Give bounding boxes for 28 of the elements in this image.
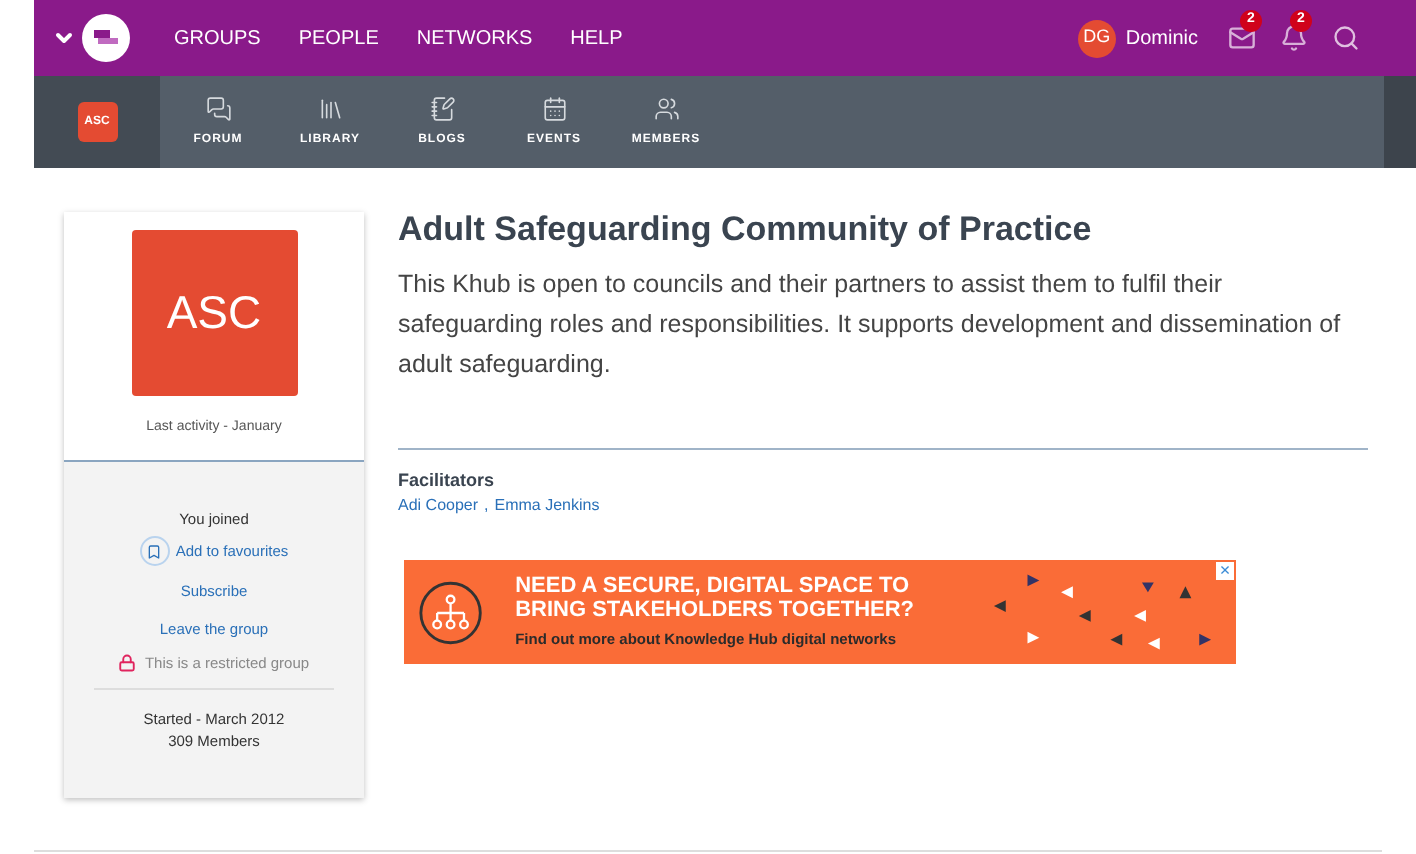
nav-bar-edge <box>1384 76 1416 168</box>
mail-icon[interactable] <box>1228 24 1256 52</box>
separator: , <box>484 496 489 514</box>
facilitators-heading: Facilitators <box>398 467 497 493</box>
bell-icon[interactable] <box>1280 24 1308 52</box>
user-name[interactable]: Dominic <box>1125 23 1198 53</box>
facilitator-link[interactable]: Emma Jenkins <box>494 496 600 514</box>
books-icon <box>317 95 343 121</box>
nav-link[interactable]: PEOPLE <box>298 23 379 53</box>
search-icon[interactable] <box>1332 24 1360 52</box>
banner-headline: NEED A SECURE, DIGITAL SPACE TO BRING STAKEHOLDERS TOGETHER? <box>515 573 917 622</box>
group-logo: ASC <box>131 230 297 396</box>
calendar-icon <box>541 95 567 121</box>
bookmark-icon[interactable] <box>139 536 170 567</box>
nav-link[interactable]: GROUPS <box>174 23 261 53</box>
logo-icon[interactable] <box>82 14 130 62</box>
nav-link[interactable]: NETWORKS <box>416 23 533 53</box>
facilitator-link[interactable]: Adi Cooper <box>398 496 479 514</box>
group-description: This Khub is open to councils and their partners to assist them to fulfil their safeguarding roles and responsibilities. It supports development and dissemination of adult safeguarding. <box>398 267 1343 382</box>
speech-bubbles-icon <box>205 95 231 121</box>
user-avatar[interactable]: DG <box>1077 19 1116 57</box>
close-button[interactable]: × <box>1216 562 1234 580</box>
group-title: Adult Safeguarding Community of Practice <box>398 208 1094 252</box>
nav-link[interactable]: HELP <box>570 23 623 53</box>
lock-icon <box>118 653 137 672</box>
notepad-icon <box>429 95 455 121</box>
people-icon <box>653 95 679 121</box>
hierarchy-icon <box>418 579 484 645</box>
